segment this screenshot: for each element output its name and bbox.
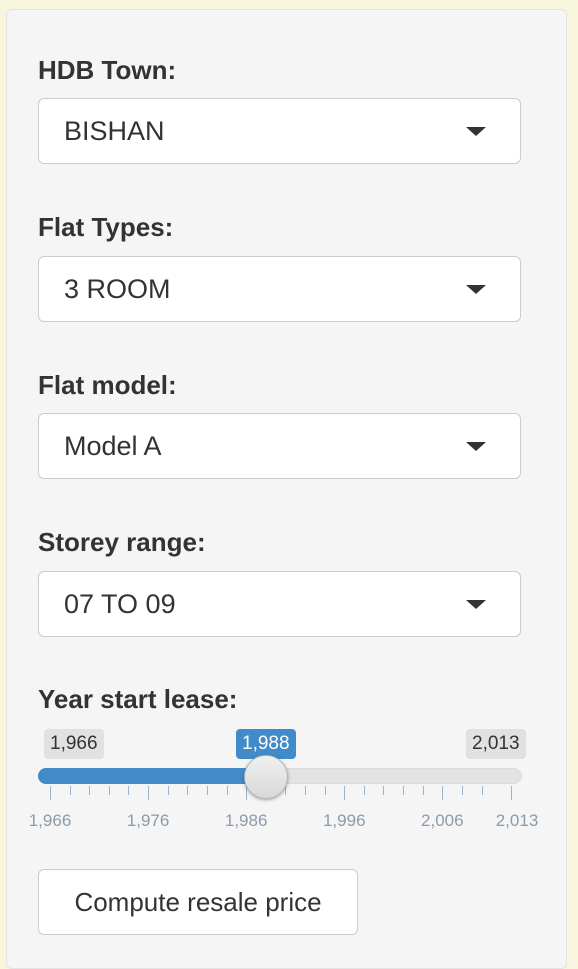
slider-tick-label: 1,996 <box>322 811 366 830</box>
slider-tick-label: 2,006 <box>421 811 464 830</box>
caret-down-icon <box>466 285 486 294</box>
slider-tick-label: 1,986 <box>224 811 268 830</box>
flat-model-select-value: Model A <box>64 431 162 461</box>
slider-minor-tick <box>482 786 483 795</box>
storey-range-select[interactable]: 07 TO 09 <box>38 571 521 637</box>
slider-minor-tick <box>364 786 365 795</box>
slider-minor-tick <box>128 786 129 795</box>
flat-type-select[interactable]: 3 ROOM <box>38 256 521 322</box>
town-select-value: BISHAN <box>64 116 165 146</box>
flat-type-label: Flat Types: <box>38 212 174 242</box>
caret-down-icon <box>466 442 486 451</box>
slider-minor-tick <box>423 786 424 795</box>
storey-range-select-value: 07 TO 09 <box>64 589 176 619</box>
caret-down-icon <box>466 600 486 609</box>
slider-min-bubble: 1,966 <box>44 729 104 759</box>
slider-tick-label: 1,966 <box>28 811 72 830</box>
slider-major-tick <box>511 786 512 800</box>
compute-resale-price-button[interactable]: Compute resale price <box>38 869 358 935</box>
slider-tick-label: 2,013 <box>495 811 539 830</box>
lease-year-label: Year start lease: <box>38 684 238 714</box>
slider-minor-tick <box>70 786 71 795</box>
slider-max-bubble: 2,013 <box>466 729 526 759</box>
flat-model-label: Flat model: <box>38 370 177 400</box>
slider-minor-tick <box>383 786 384 795</box>
slider-major-tick <box>442 786 443 800</box>
slider-minor-tick <box>89 786 90 795</box>
town-select[interactable]: BISHAN <box>38 98 521 164</box>
slider-tick-label: 1,976 <box>126 811 170 830</box>
slider-minor-tick <box>187 786 188 795</box>
slider-major-tick <box>344 786 345 800</box>
slider-minor-tick <box>227 786 228 795</box>
slider-minor-tick <box>109 786 110 795</box>
caret-down-icon <box>466 127 486 136</box>
storey-range-label: Storey range: <box>38 527 206 557</box>
slider-major-tick <box>148 786 149 800</box>
slider-minor-tick <box>462 786 463 795</box>
slider-minor-tick <box>403 786 404 795</box>
flat-model-select[interactable]: Model A <box>38 413 521 479</box>
flat-type-select-value: 3 ROOM <box>64 274 171 304</box>
slider-minor-tick <box>305 786 306 795</box>
town-label: HDB Town: <box>38 55 177 85</box>
slider-minor-tick <box>325 786 326 795</box>
slider-major-tick <box>50 786 51 800</box>
slider-minor-tick <box>168 786 169 795</box>
slider-minor-tick <box>207 786 208 795</box>
slider-handle[interactable] <box>243 755 288 799</box>
slider-fill <box>38 768 266 784</box>
